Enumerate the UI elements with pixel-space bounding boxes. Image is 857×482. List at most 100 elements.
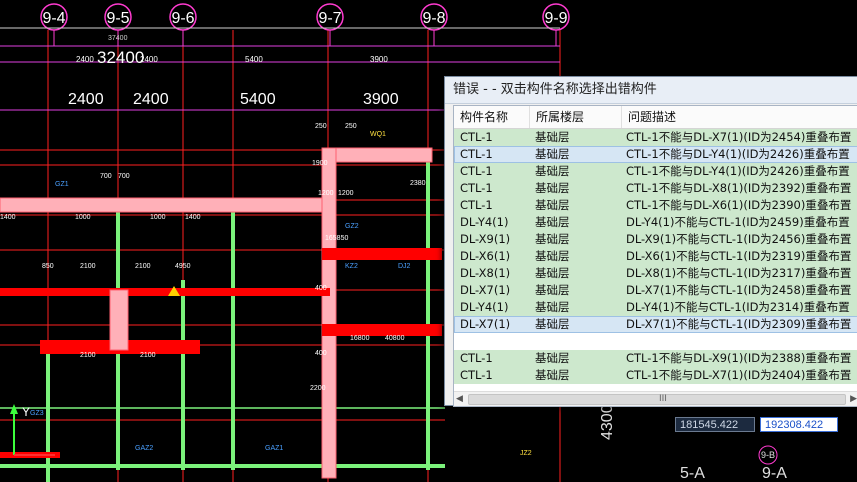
cell-desc: CTL-1不能与DL-X8(1)(ID为2392)重叠布置 <box>626 181 852 195</box>
cell-desc: CTL-1不能与DL-Y4(1)(ID为2426)重叠布置 <box>626 147 850 161</box>
dim-small-3: 5400 <box>245 55 263 64</box>
table-row[interactable]: DL-X7(1) 基础层 DL-X7(1)不能与CTL-1(ID为2309)重叠布置 <box>454 316 857 333</box>
cell-name[interactable]: DL-X7(1) <box>454 282 529 299</box>
axis-label: 9-7 <box>318 10 341 27</box>
table-row[interactable]: DL-X8(1) 基础层 DL-X8(1)不能与CTL-1(ID为2317)重叠布置 <box>454 265 857 282</box>
axis-label: 9-4 <box>42 10 65 27</box>
empty-row <box>454 333 857 350</box>
col-header-floor[interactable]: 所属楼层 <box>530 106 622 128</box>
table-row[interactable]: CTL-1 基础层 CTL-1不能与DL-X6(1)(ID为2390)重叠布置 <box>454 197 857 214</box>
cell-floor: 基础层 <box>535 368 570 382</box>
cell-desc: DL-X9(1)不能与CTL-1(ID为2456)重叠布置 <box>626 232 852 246</box>
cad-annotation: 1200 <box>338 190 354 197</box>
cad-annotation: 400 <box>315 285 327 292</box>
cad-annotation: 2200 <box>310 385 326 392</box>
table-row[interactable]: CTL-1 基础层 CTL-1不能与DL-Y4(1)(ID为2426)重叠布置 <box>454 163 857 180</box>
cell-floor: 基础层 <box>535 147 570 161</box>
cell-desc: CTL-1不能与DL-X6(1)(ID为2390)重叠布置 <box>626 198 852 212</box>
cad-annotation: GAZ2 <box>135 445 153 452</box>
table-row[interactable]: CTL-1 基础层 CTL-1不能与DL-X7(1)(ID为2404)重叠布置 <box>454 367 857 384</box>
cell-name[interactable]: CTL-1 <box>454 367 529 384</box>
table-row[interactable]: CTL-1 基础层 CTL-1不能与DL-X9(1)(ID为2388)重叠布置 <box>454 350 857 367</box>
axis-label: 9-8 <box>422 10 445 27</box>
cad-annotation: GZ3 <box>30 410 44 417</box>
dim-large-3: 5400 <box>240 91 276 108</box>
cell-name[interactable]: DL-X8(1) <box>454 265 529 282</box>
cad-annotation: 1400 <box>0 214 16 221</box>
dialog-title: 错误 - - 双击构件名称选择出错构件 <box>445 77 857 104</box>
cad-annotation: 2100 <box>140 352 156 359</box>
scroll-left-icon[interactable]: ◀ <box>456 392 463 406</box>
cell-floor: 基础层 <box>535 300 570 314</box>
error-list[interactable]: 构件名称 所属楼层 问题描述 CTL-1 基础层 CTL-1不能与DL-X7(1)(… <box>453 105 857 407</box>
cad-annotation: 4950 <box>175 263 191 270</box>
table-row[interactable]: DL-Y4(1) 基础层 DL-Y4(1)不能与CTL-1(ID为2459)重叠布置 <box>454 214 857 231</box>
cell-floor: 基础层 <box>535 130 570 144</box>
col-header-name[interactable]: 构件名称 <box>454 106 530 128</box>
scroll-grip: III <box>659 394 667 404</box>
cell-floor: 基础层 <box>535 351 570 365</box>
dim-small-2: 2400 <box>140 55 158 64</box>
cell-floor: 基础层 <box>535 317 570 331</box>
cad-annotation: GAZ1 <box>265 445 283 452</box>
dim-total-small: 37400 <box>108 35 128 42</box>
dim-large-4: 3900 <box>363 91 399 108</box>
cell-name[interactable]: DL-Y4(1) <box>454 214 529 231</box>
cell-name[interactable]: CTL-1 <box>454 197 529 214</box>
table-row[interactable]: DL-X6(1) 基础层 DL-X6(1)不能与CTL-1(ID为2319)重叠布置 <box>454 248 857 265</box>
cad-annotation: GZ2 <box>345 223 359 230</box>
cell-floor: 基础层 <box>535 266 570 280</box>
cad-annotation: WQ1 <box>370 131 386 138</box>
side-dim-4300: 4300 <box>599 404 616 440</box>
dim-large-1: 2400 <box>68 91 104 108</box>
cell-name[interactable]: DL-X9(1) <box>454 231 529 248</box>
axis-label: 9-6 <box>171 10 194 27</box>
cad-annotation: 400 <box>315 350 327 357</box>
axis-label: 9-9 <box>544 10 567 27</box>
cell-name[interactable]: CTL-1 <box>454 163 529 180</box>
cad-annotation: 700 <box>100 173 112 180</box>
coord-y-field[interactable]: 192308.422 <box>760 417 838 432</box>
cad-annotation: 40800 <box>385 335 405 342</box>
cell-desc: CTL-1不能与DL-X7(1)(ID为2454)重叠布置 <box>626 130 852 144</box>
cad-annotation: 1200 <box>318 190 334 197</box>
cell-name[interactable]: DL-Y4(1) <box>454 299 529 316</box>
table-row[interactable]: DL-Y4(1) 基础层 DL-Y4(1)不能与CTL-1(ID为2314)重叠布置 <box>454 299 857 316</box>
cad-annotation: 1000 <box>75 214 91 221</box>
error-list-header: 构件名称 所属楼层 问题描述 <box>454 106 857 129</box>
scroll-right-icon[interactable]: ▶ <box>850 392 857 406</box>
horizontal-scrollbar[interactable]: ◀ III ▶ <box>454 391 857 406</box>
cell-name[interactable]: CTL-1 <box>454 129 529 146</box>
cell-floor: 基础层 <box>535 249 570 263</box>
cell-desc: CTL-1不能与DL-Y4(1)(ID为2426)重叠布置 <box>626 164 850 178</box>
cell-desc: DL-Y4(1)不能与CTL-1(ID为2314)重叠布置 <box>626 300 850 314</box>
cell-name[interactable]: CTL-1 <box>454 146 529 163</box>
cad-annotation: KZ2 <box>345 263 358 270</box>
bottom-axis-9B: 9-B <box>761 450 775 460</box>
coord-x-field[interactable]: 181545.422 <box>675 417 755 432</box>
table-row[interactable]: DL-X9(1) 基础层 DL-X9(1)不能与CTL-1(ID为2456)重叠布置 <box>454 231 857 248</box>
cell-desc: CTL-1不能与DL-X7(1)(ID为2404)重叠布置 <box>626 368 852 382</box>
cell-floor: 基础层 <box>535 215 570 229</box>
col-header-desc[interactable]: 问题描述 <box>622 106 857 128</box>
scroll-thumb[interactable]: III <box>468 394 846 405</box>
table-row[interactable]: CTL-1 基础层 CTL-1不能与DL-X8(1)(ID为2392)重叠布置 <box>454 180 857 197</box>
cell-floor: 基础层 <box>535 164 570 178</box>
ucs-y-label: Y <box>22 405 30 419</box>
cad-annotation: 16800 <box>350 335 370 342</box>
table-row[interactable]: CTL-1 基础层 CTL-1不能与DL-Y4(1)(ID为2426)重叠布置 <box>454 146 857 163</box>
cell-name[interactable]: CTL-1 <box>454 350 529 367</box>
cell-floor: 基础层 <box>535 232 570 246</box>
cell-name[interactable]: DL-X7(1) <box>454 316 529 333</box>
cell-name[interactable]: CTL-1 <box>454 180 529 197</box>
error-dialog[interactable]: 错误 - - 双击构件名称选择出错构件 构件名称 所属楼层 问题描述 CTL-1… <box>444 76 857 407</box>
cell-name[interactable]: DL-X6(1) <box>454 248 529 265</box>
cad-annotation: GZ1 <box>55 181 69 188</box>
cad-annotation: 2100 <box>135 263 151 270</box>
table-row[interactable]: DL-X7(1) 基础层 DL-X7(1)不能与CTL-1(ID为2458)重叠布置 <box>454 282 857 299</box>
bottom-axis-labels: 5-A 9-A 9-B 4300 <box>599 404 787 482</box>
cell-floor: 基础层 <box>535 181 570 195</box>
table-row[interactable]: CTL-1 基础层 CTL-1不能与DL-X7(1)(ID为2454)重叠布置 <box>454 129 857 146</box>
cad-annotation: 700 <box>118 173 130 180</box>
dim-large-2: 2400 <box>133 91 169 108</box>
